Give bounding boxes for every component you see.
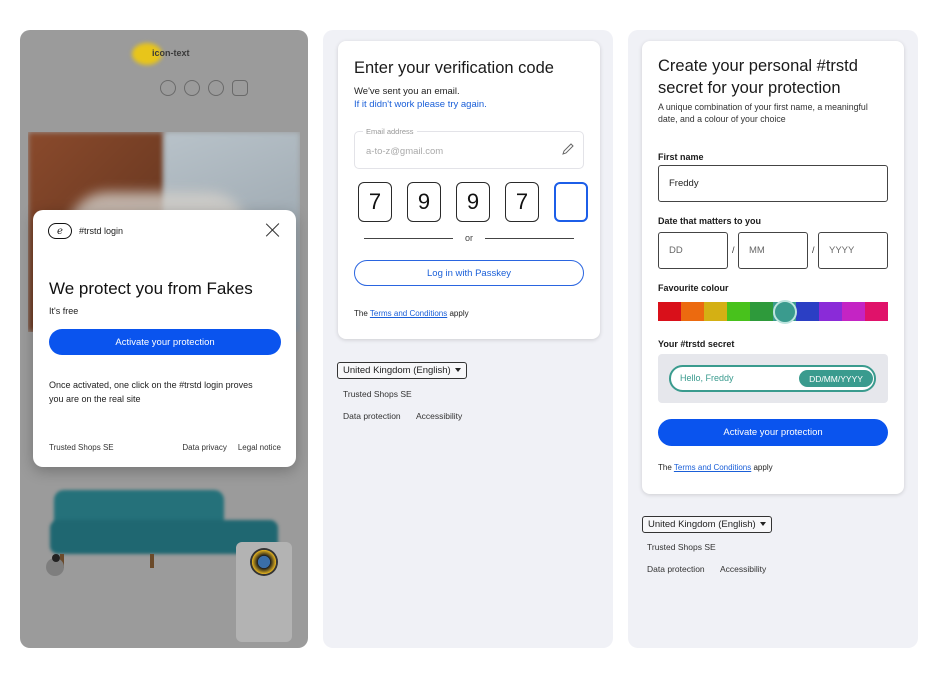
- shop-logo: icon-text: [132, 43, 198, 65]
- modal-heading: We protect you from Fakes: [49, 279, 253, 298]
- data-protection-link[interactable]: Data protection: [647, 564, 705, 574]
- date-label: Date that matters to you: [658, 216, 762, 226]
- retry-link[interactable]: If it didn't work please try again.: [354, 99, 487, 110]
- date-separator: /: [812, 245, 815, 255]
- caret-down-icon: [454, 368, 461, 373]
- search-icon[interactable]: [160, 80, 176, 96]
- chat-icon[interactable]: [46, 554, 64, 576]
- close-icon[interactable]: [265, 222, 281, 238]
- terms-link[interactable]: Terms and Conditions: [370, 309, 447, 318]
- secret-label: Your #trstd secret: [658, 339, 735, 349]
- shop-header-icons: [160, 80, 248, 96]
- email-sent-text: We've sent you an email.: [354, 86, 460, 97]
- colour-swatch[interactable]: [819, 302, 842, 321]
- code-digit-input-active[interactable]: [554, 182, 588, 222]
- colour-swatch[interactable]: [750, 302, 773, 321]
- or-divider: or: [364, 233, 575, 243]
- date-month-field[interactable]: MM: [738, 232, 808, 269]
- cart-icon[interactable]: [232, 80, 248, 96]
- passkey-login-button[interactable]: Log in with Passkey: [354, 260, 584, 286]
- create-secret-card: Create your personal #trstd secret for y…: [642, 41, 904, 494]
- date-separator: /: [732, 245, 735, 255]
- trust-seal-icon: [250, 548, 278, 576]
- shop-logo-text: icon-text: [152, 48, 190, 58]
- modal-subheading: It's free: [49, 306, 79, 316]
- colour-swatch[interactable]: [681, 302, 704, 321]
- secret-date-badge: DD/MM/YYYY: [799, 370, 873, 387]
- wishlist-icon[interactable]: [208, 80, 224, 96]
- terms-suffix: apply: [449, 309, 469, 318]
- colour-label: Favourite colour: [658, 283, 729, 293]
- terms-text: The Terms and Conditions apply: [354, 309, 469, 318]
- modal-body-text: Once activated, one click on the #trstd …: [49, 380, 253, 404]
- code-digit-input[interactable]: 7: [505, 182, 539, 222]
- accessibility-link[interactable]: Accessibility: [416, 411, 462, 421]
- terms-prefix: The: [354, 309, 368, 318]
- caret-down-icon: [759, 522, 766, 527]
- activate-protection-button[interactable]: Activate your protection: [658, 419, 888, 446]
- email-field[interactable]: Email address a-to-z@gmail.com: [354, 127, 584, 169]
- terms-prefix: The: [658, 463, 672, 472]
- activate-protection-button[interactable]: Activate your protection: [49, 329, 281, 355]
- legal-notice-link[interactable]: Legal notice: [238, 443, 281, 452]
- accessibility-link[interactable]: Accessibility: [720, 564, 766, 574]
- secret-preview-box: Hello, Freddy DD/MM/YYYY: [658, 354, 888, 403]
- code-digit-input[interactable]: 7: [358, 182, 392, 222]
- colour-swatch[interactable]: [865, 302, 888, 321]
- secret-preview-pill: Hello, Freddy DD/MM/YYYY: [669, 365, 876, 392]
- trstd-login-modal: e #trstd login We protect you from Fakes…: [33, 210, 296, 467]
- data-privacy-link[interactable]: Data privacy: [182, 443, 226, 452]
- secret-greeting: Hello, Freddy: [680, 373, 734, 383]
- trstd-login-label: #trstd login: [79, 226, 124, 236]
- trstd-logo-icon: e: [48, 223, 72, 239]
- language-value: United Kingdom (English): [343, 365, 451, 376]
- colour-swatch[interactable]: [842, 302, 865, 321]
- selected-colour-swatch[interactable]: [773, 300, 797, 324]
- footer-company: Trusted Shops SE: [49, 443, 114, 452]
- user-icon[interactable]: [184, 80, 200, 96]
- trust-badge[interactable]: [236, 542, 292, 642]
- verification-panel: Enter your verification code We've sent …: [323, 30, 613, 648]
- first-name-field[interactable]: Freddy: [658, 165, 888, 202]
- email-field-label: Email address: [363, 127, 417, 136]
- colour-swatch[interactable]: [658, 302, 681, 321]
- language-select[interactable]: United Kingdom (English): [642, 516, 772, 533]
- first-name-label: First name: [658, 152, 704, 162]
- footer-company: Trusted Shops SE: [343, 389, 412, 399]
- create-secret-title: Create your personal #trstd secret for y…: [658, 57, 858, 97]
- code-digit-input[interactable]: 9: [407, 182, 441, 222]
- or-text: or: [465, 233, 474, 243]
- verification-title: Enter your verification code: [354, 59, 554, 77]
- date-day-field[interactable]: DD: [658, 232, 728, 269]
- data-protection-link[interactable]: Data protection: [343, 411, 401, 421]
- terms-suffix: apply: [753, 463, 773, 472]
- language-select[interactable]: United Kingdom (English): [337, 362, 467, 379]
- date-year-field[interactable]: YYYY: [818, 232, 888, 269]
- terms-link[interactable]: Terms and Conditions: [674, 463, 751, 472]
- colour-swatch[interactable]: [704, 302, 727, 321]
- create-secret-description: A unique combination of your first name,…: [658, 102, 868, 124]
- code-digit-input[interactable]: 9: [456, 182, 490, 222]
- create-secret-panel: Create your personal #trstd secret for y…: [628, 30, 918, 648]
- colour-swatch[interactable]: [727, 302, 750, 321]
- modal-footer: Trusted Shops SE Data privacy Legal noti…: [49, 443, 281, 452]
- terms-text: The Terms and Conditions apply: [658, 463, 773, 472]
- shop-preview-panel: icon-text e #trstd login We protect you …: [20, 30, 308, 648]
- language-value: United Kingdom (English): [648, 519, 756, 530]
- code-inputs: 7 9 9 7: [358, 182, 588, 222]
- edit-pencil-icon[interactable]: [561, 142, 575, 156]
- verification-card: Enter your verification code We've sent …: [338, 41, 600, 339]
- email-field-value: a-to-z@gmail.com: [366, 146, 444, 157]
- footer-company: Trusted Shops SE: [647, 542, 716, 552]
- colour-swatch[interactable]: [796, 302, 819, 321]
